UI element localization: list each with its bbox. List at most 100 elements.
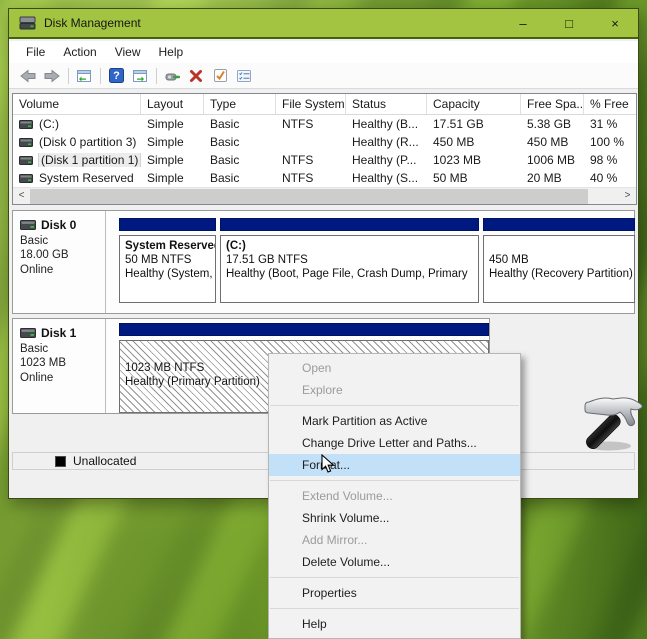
partition-size-line: 450 MB [489,253,629,267]
title-bar[interactable]: Disk Management – □ × [9,9,638,39]
partition-recovery[interactable]: 450 MB Healthy (Recovery Partition) [483,218,635,303]
disk-icon [20,328,36,338]
cell-capacity: 17.51 GB [427,117,521,131]
volume-list-header[interactable]: Volume Layout Type File System Status Ca… [13,94,636,115]
table-row[interactable]: System Reserved Simple Basic NTFS Health… [13,169,636,187]
delete-icon[interactable] [186,67,206,85]
cell-status: Healthy (R... [346,135,427,149]
menu-separator [270,405,519,406]
disk-status: Online [20,372,105,384]
disk-management-app-icon [19,16,36,30]
column-header-freespace[interactable]: Free Spa... [521,94,584,114]
volume-name: (Disk 0 partition 3) [39,135,136,149]
partition-status-line: Healthy (Recovery Partition) [489,267,629,281]
cell-capacity: 50 MB [427,171,521,185]
cell-filesystem: NTFS [276,171,346,185]
column-header-layout[interactable]: Layout [141,94,204,114]
menu-item-change-drive-letter[interactable]: Change Drive Letter and Paths... [269,432,520,454]
table-row[interactable]: (C:) Simple Basic NTFS Healthy (B... 17.… [13,115,636,133]
menu-separator [270,480,519,481]
volume-icon [19,120,33,129]
cell-freespace: 5.38 GB [521,117,584,131]
cell-freespace: 450 MB [521,135,584,149]
table-row-selected[interactable]: (Disk 1 partition 1) Simple Basic NTFS H… [13,151,636,169]
menu-help[interactable]: Help [150,45,193,59]
svg-text:?: ? [113,70,120,82]
cell-type: Basic [204,117,276,131]
volume-icon [19,138,33,147]
cell-type: Basic [204,171,276,185]
volume-name: System Reserved [39,171,134,185]
show-console-tree-icon[interactable] [74,67,94,85]
minimize-button[interactable]: – [500,9,546,37]
maximize-button[interactable]: □ [546,9,592,37]
menu-item-add-mirror: Add Mirror... [269,529,520,551]
cell-percentfree: 100 % [584,135,636,149]
menu-item-properties[interactable]: Properties [269,582,520,604]
hammer-icon [575,388,647,457]
menu-action[interactable]: Action [54,45,105,59]
partition-title: System Reserved [125,239,210,253]
scroll-right-arrow[interactable]: > [619,188,636,204]
close-button[interactable]: × [592,9,638,37]
help-icon[interactable]: ? [106,67,126,85]
window-title: Disk Management [44,16,500,30]
menu-item-open: Open [269,357,520,379]
disk-1-panel[interactable]: Disk 1 Basic 1023 MB Online [13,319,106,413]
primary-partition-color-bar [220,218,479,231]
cell-percentfree: 98 % [584,153,636,167]
menu-item-shrink-volume[interactable]: Shrink Volume... [269,507,520,529]
properties-list-icon[interactable] [234,67,254,85]
disk-size: 1023 MB [20,357,105,369]
cell-status: Healthy (P... [346,153,427,167]
cell-status: Healthy (S... [346,171,427,185]
menu-file[interactable]: File [17,45,54,59]
cell-layout: Simple [141,135,204,149]
column-header-capacity[interactable]: Capacity [427,94,521,114]
cell-filesystem: NTFS [276,153,346,167]
partition-c-drive[interactable]: (C:) 17.51 GB NTFS Healthy (Boot, Page F… [220,218,479,303]
menu-view[interactable]: View [106,45,150,59]
column-header-status[interactable]: Status [346,94,427,114]
screenshot-root: Disk Management – □ × File Action View H… [0,0,647,639]
menu-item-delete-volume[interactable]: Delete Volume... [269,551,520,573]
cell-type: Basic [204,135,276,149]
menu-item-mark-partition-active[interactable]: Mark Partition as Active [269,410,520,432]
back-icon[interactable] [18,67,38,85]
cell-percentfree: 40 % [584,171,636,185]
column-header-filesystem[interactable]: File System [276,94,346,114]
cell-filesystem: NTFS [276,117,346,131]
volume-icon [19,156,33,165]
toolbar-separator [100,68,101,84]
mark-check-icon[interactable] [210,67,230,85]
disk-label: Disk 0 [41,218,76,232]
partition-title [489,239,629,253]
menu-bar: File Action View Help [9,41,638,63]
column-header-percentfree[interactable]: % Free [584,94,636,114]
primary-partition-color-bar [119,323,489,336]
unallocated-swatch [55,456,66,467]
disk-status: Online [20,264,105,276]
horizontal-scrollbar[interactable]: < > [13,187,636,204]
partition-size-line: 50 MB NTFS [125,253,210,267]
cell-layout: Simple [141,153,204,167]
disk-0-panel[interactable]: Disk 0 Basic 18.00 GB Online [13,211,106,313]
disk-size: 18.00 GB [20,249,105,261]
column-header-volume[interactable]: Volume [13,94,141,114]
menu-item-help[interactable]: Help [269,613,520,635]
column-header-type[interactable]: Type [204,94,276,114]
menu-item-format[interactable]: Format... [269,454,520,476]
scroll-left-arrow[interactable]: < [13,188,30,204]
forward-icon[interactable] [42,67,62,85]
toolbar: ? [9,63,638,89]
scrollbar-thumb[interactable] [30,189,588,204]
partition-status-line: Healthy (Boot, Page File, Crash Dump, Pr… [226,267,473,281]
partition-status-line: Healthy (System, [125,267,210,281]
cell-layout: Simple [141,171,204,185]
table-row[interactable]: (Disk 0 partition 3) Simple Basic Health… [13,133,636,151]
partition-system-reserved[interactable]: System Reserved 50 MB NTFS Healthy (Syst… [119,218,216,303]
console-tool-icon[interactable] [162,67,182,85]
menu-item-extend-volume: Extend Volume... [269,485,520,507]
partition-size-line: 17.51 GB NTFS [226,253,473,267]
show-action-pane-icon[interactable] [130,67,150,85]
